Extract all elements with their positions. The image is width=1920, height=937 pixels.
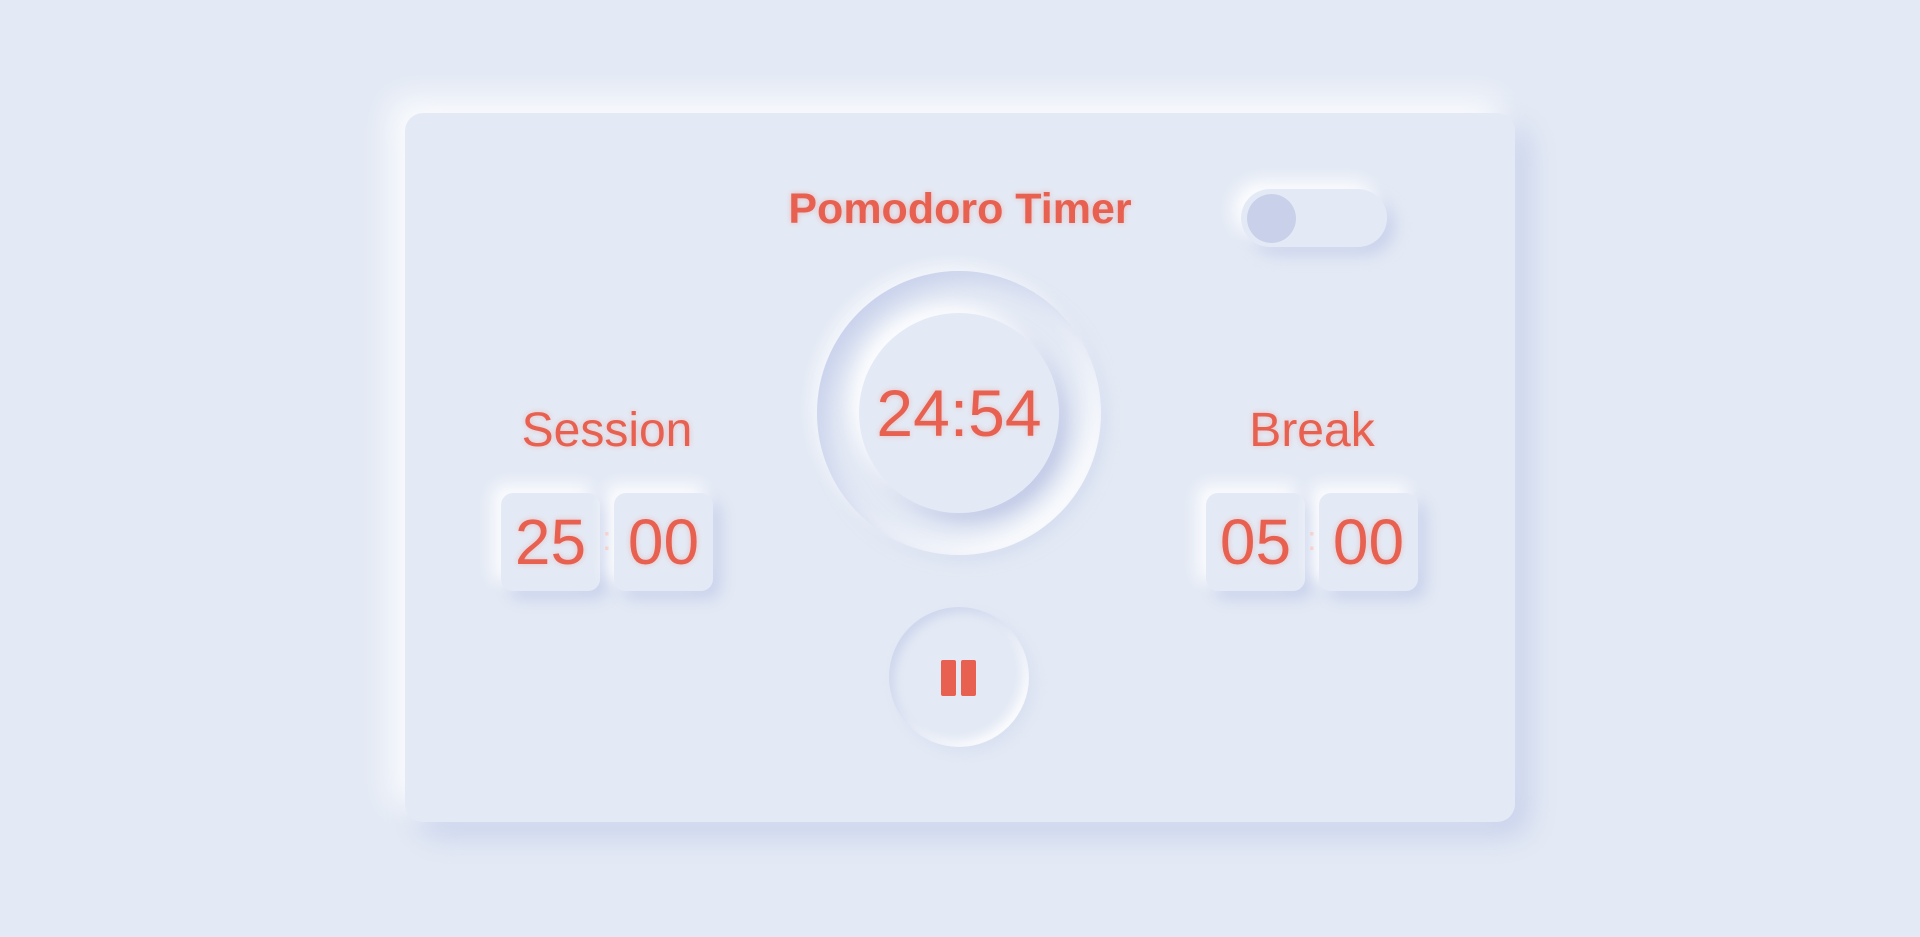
break-seconds-field[interactable]: 00 — [1319, 493, 1418, 591]
break-settings: Break 05 : 00 — [1206, 403, 1418, 591]
session-settings: Session 25 : 00 — [501, 403, 713, 591]
session-time: 25 : 00 — [501, 493, 713, 591]
toggle-knob — [1247, 194, 1296, 243]
session-minutes-field[interactable]: 25 — [501, 493, 600, 591]
pomodoro-card: Pomodoro Timer Session 25 : 00 24:54 Bre… — [405, 113, 1515, 822]
pause-button[interactable] — [889, 607, 1029, 747]
pause-bar-right — [961, 660, 976, 696]
session-label: Session — [521, 404, 693, 457]
theme-toggle[interactable] — [1241, 189, 1387, 247]
break-label: Break — [1249, 404, 1375, 457]
session-colon: : — [602, 520, 612, 558]
timer-display: 24:54 — [859, 313, 1059, 513]
session-seconds-field[interactable]: 00 — [614, 493, 713, 591]
pause-bar-left — [941, 660, 956, 696]
timer-dial: 24:54 — [817, 271, 1101, 555]
break-colon: : — [1307, 520, 1317, 558]
break-minutes-field[interactable]: 05 — [1206, 493, 1305, 591]
break-time: 05 : 00 — [1206, 493, 1418, 591]
